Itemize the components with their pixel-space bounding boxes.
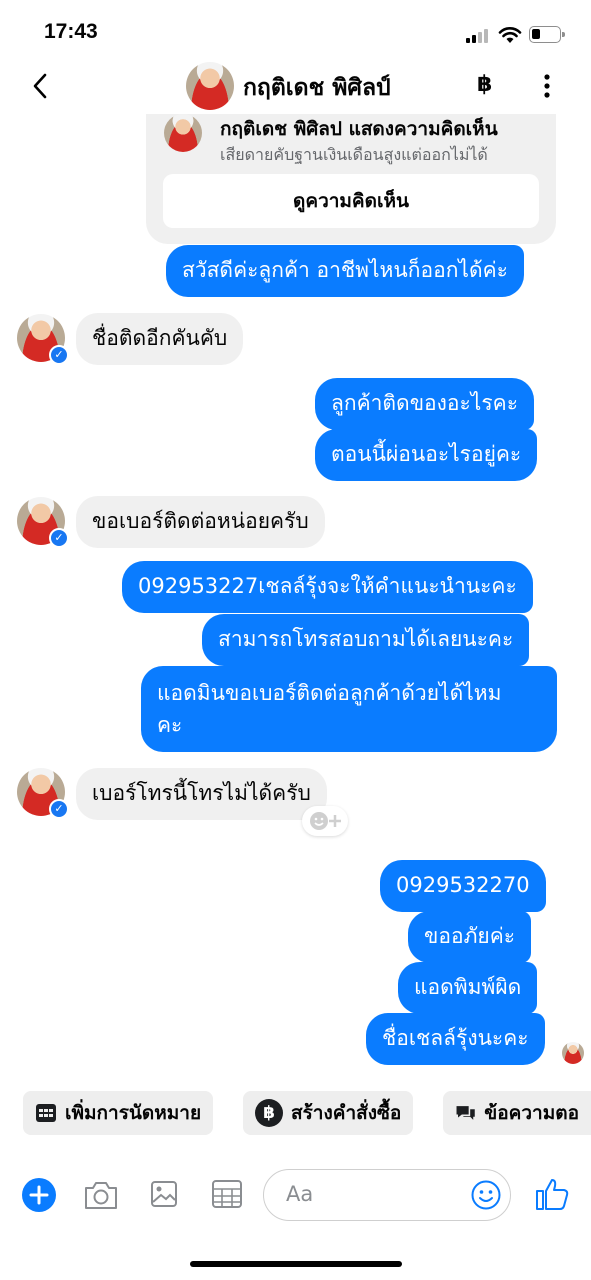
message-bubble-incoming[interactable]: ชื่อติดอีกคันคับ — [76, 313, 244, 365]
cellular-signal-icon — [466, 29, 492, 43]
message-bubble-outgoing[interactable]: ชื่อเชลล์รุ้งนะคะ — [366, 1013, 545, 1065]
message-bubble-outgoing[interactable]: 0929532270 — [380, 860, 546, 912]
message-bubble-incoming[interactable]: เบอร์โทรนี้โทรไม่ได้ครับ — [76, 768, 327, 820]
post-author-avatar — [164, 114, 202, 152]
post-title: กฤติเดช พิศิลป แสดงความคิดเห็น — [220, 118, 498, 140]
message-input-placeholder: Aa — [286, 1182, 314, 1206]
contact-name[interactable]: กฤติเดช พิศิลป์ — [243, 70, 391, 106]
message-input[interactable]: Aa — [263, 1169, 511, 1221]
message-bubble-outgoing[interactable]: แอดพิมพ์ผิด — [398, 962, 538, 1014]
baht-icon[interactable]: ฿ — [477, 72, 492, 97]
message-bubble-outgoing-multiline[interactable]: แอดมินขอเบอร์ติดต่อลูกค้าด้วยได้ไหม คะ — [141, 666, 557, 752]
gallery-icon[interactable] — [150, 1180, 178, 1208]
add-button[interactable] — [22, 1178, 56, 1212]
post-comment: เสียดายคับฐานเงินเดือนสูงแต่ออกไม่ได้ — [220, 145, 488, 164]
messenger-badge-icon: ✓ — [49, 528, 69, 548]
message-bubble-outgoing[interactable]: 092953227เชลล์รุ้งจะให้คำแนะนำนะคะ — [122, 561, 533, 613]
shared-post-card: กฤติเดช พิศิลป แสดงความคิดเห็น เสียดายคั… — [146, 114, 556, 244]
emoji-icon[interactable] — [470, 1179, 502, 1211]
message-bubble-outgoing[interactable]: ตอนนี้ผ่อนอะไรอยู่คะ — [315, 429, 538, 481]
saved-replies-chip[interactable]: ข้อความตอ — [443, 1091, 591, 1135]
chat-bubbles-icon — [456, 1106, 475, 1120]
battery-icon — [529, 26, 565, 43]
message-bubble-outgoing[interactable]: ลูกค้าติดของอะไรคะ — [315, 378, 534, 430]
chip-label: เพิ่มการนัดหมาย — [65, 1102, 202, 1124]
message-bubble-incoming[interactable]: ขอเบอร์ติดต่อหน่อยครับ — [76, 496, 325, 548]
calendar-icon[interactable] — [211, 1179, 243, 1209]
message-line: แอดมินขอเบอร์ติดต่อลูกค้าด้วยได้ไหม — [157, 681, 502, 705]
wifi-icon — [498, 27, 522, 43]
contact-avatar[interactable] — [186, 62, 234, 110]
camera-icon[interactable] — [83, 1179, 119, 1211]
messenger-badge-icon: ✓ — [49, 345, 69, 365]
seen-receipt-avatar — [562, 1042, 584, 1064]
chip-label: สร้างคำสั่งซื้อ — [291, 1102, 402, 1124]
baht-icon: ฿ — [255, 1099, 283, 1127]
add-appointment-chip[interactable]: เพิ่มการนัดหมาย — [23, 1091, 214, 1135]
view-comment-button[interactable]: ดูความคิดเห็น — [163, 174, 539, 228]
chip-label: ข้อความตอ — [484, 1102, 579, 1124]
more-options-icon[interactable] — [543, 74, 551, 98]
calendar-icon — [36, 1104, 56, 1122]
status-time: 17:43 — [44, 20, 98, 43]
back-chevron-icon[interactable] — [30, 72, 50, 100]
message-bubble-outgoing[interactable]: สามารถโทรสอบถามได้เลยนะคะ — [202, 614, 530, 666]
thumbs-up-icon[interactable] — [534, 1176, 570, 1212]
create-order-chip[interactable]: ฿ สร้างคำสั่งซื้อ — [243, 1091, 414, 1135]
message-bubble-outgoing[interactable]: ขออภัยค่ะ — [408, 911, 532, 963]
message-line: คะ — [157, 713, 183, 737]
message-bubble-outgoing[interactable]: สวัสดีค่ะลูกค้า อาชีพไหนก็ออกได้ค่ะ — [166, 245, 524, 297]
messenger-badge-icon: ✓ — [49, 799, 69, 819]
add-reaction-icon[interactable] — [302, 806, 348, 836]
home-indicator — [190, 1261, 402, 1267]
